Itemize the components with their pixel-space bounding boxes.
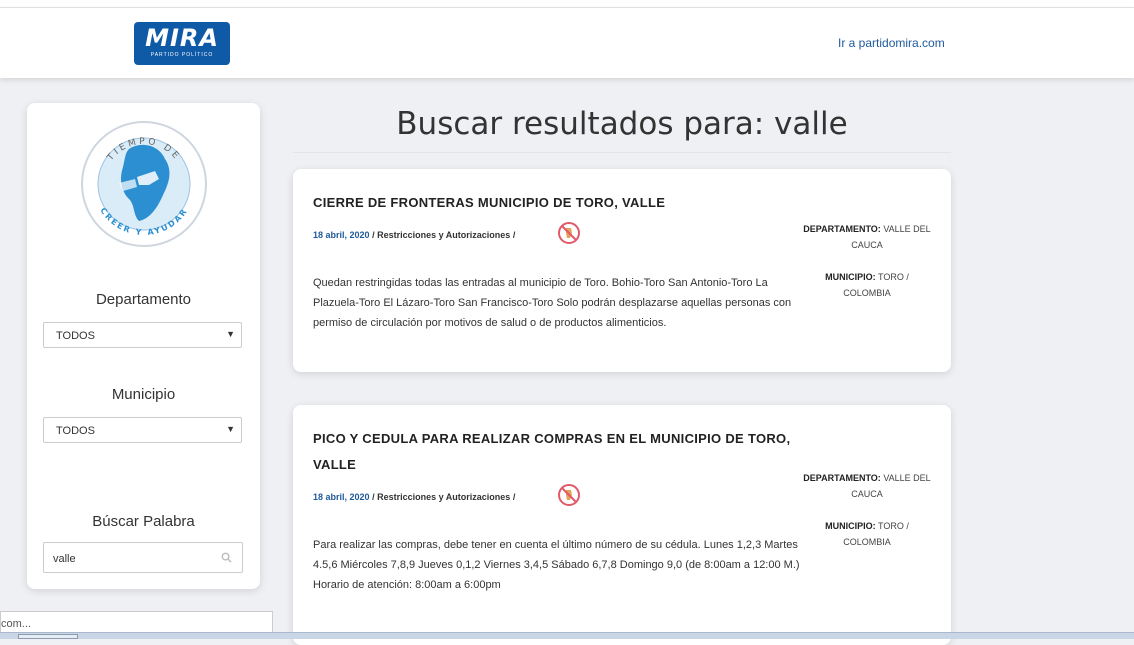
result-card: PICO Y CEDULA PARA REALIZAR COMPRAS EN E… bbox=[293, 405, 951, 645]
municipio-label: Municipio bbox=[111, 386, 176, 403]
municipio-info-label: MUNICIPIO: bbox=[825, 521, 876, 531]
result-municipio: MUNICIPIO: TORO / COLOMBIA bbox=[803, 518, 931, 550]
municipio-select[interactable]: TODOS ▼ bbox=[43, 417, 242, 443]
municipio-info-label: MUNICIPIO: bbox=[825, 272, 876, 282]
result-title[interactable]: CIERRE DE FRONTERAS MUNICIPIO DE TORO, V… bbox=[313, 190, 813, 216]
departamento-select[interactable]: TODOS ▼ bbox=[43, 322, 242, 348]
logo-subtext: PARTIDO POLÍTICO bbox=[150, 52, 214, 58]
prohibited-entry-icon bbox=[558, 484, 580, 506]
meta-separator: / bbox=[372, 230, 375, 240]
title-divider bbox=[293, 152, 951, 153]
municipio-select-value: TODOS bbox=[56, 425, 95, 437]
meta-separator: / bbox=[372, 492, 375, 502]
result-departamento: DEPARTAMENTO: VALLE DEL CAUCA bbox=[803, 470, 931, 502]
search-input-value: valle bbox=[53, 553, 76, 565]
departamento-label: Departamento bbox=[95, 291, 192, 308]
departamento-select-value: TODOS bbox=[56, 330, 95, 342]
meta-separator: / bbox=[512, 230, 516, 240]
departamento-info-label: DEPARTAMENTO: bbox=[803, 473, 881, 483]
departamento-info-label: DEPARTAMENTO: bbox=[803, 224, 881, 234]
buscar-palabra-label: Búscar Palabra bbox=[92, 513, 195, 530]
result-title[interactable]: PICO Y CEDULA PARA REALIZAR COMPRAS EN E… bbox=[313, 426, 813, 478]
result-excerpt: Quedan restringidas todas las entradas a… bbox=[313, 277, 792, 329]
overlay-strip-text: com... bbox=[1, 618, 31, 630]
mira-logo[interactable]: MIRA PARTIDO POLÍTICO bbox=[134, 22, 230, 65]
result-departamento: DEPARTAMENTO: VALLE DEL CAUCA bbox=[803, 221, 931, 253]
filter-sidebar: TIEMPO DE CREER Y AYUDAR Departamento TO… bbox=[27, 103, 260, 589]
result-category[interactable]: Restricciones y Autorizaciones bbox=[377, 230, 510, 240]
chevron-down-icon: ▼ bbox=[226, 424, 235, 434]
meta-separator: / bbox=[512, 492, 516, 502]
prohibited-entry-icon bbox=[558, 222, 580, 244]
page-title: Buscar resultados para: valle bbox=[396, 106, 848, 142]
logo-text: MIRA bbox=[145, 24, 219, 52]
result-municipio: MUNICIPIO: TORO / COLOMBIA bbox=[803, 269, 931, 301]
search-input[interactable]: valle bbox=[43, 542, 243, 573]
site-header: MIRA PARTIDO POLÍTICO Ir a partidomira.c… bbox=[0, 8, 1134, 78]
result-meta: 18 abril, 2020 / Restricciones y Autoriz… bbox=[313, 230, 515, 240]
result-category[interactable]: Restricciones y Autorizaciones bbox=[377, 492, 510, 502]
result-date[interactable]: 18 abril, 2020 bbox=[313, 492, 370, 502]
result-meta: 18 abril, 2020 / Restricciones y Autoriz… bbox=[313, 492, 515, 502]
taskbar-button[interactable] bbox=[18, 634, 78, 639]
tiempo-de-creer-emblem-icon: TIEMPO DE CREER Y AYUDAR bbox=[81, 121, 207, 247]
result-card: CIERRE DE FRONTERAS MUNICIPIO DE TORO, V… bbox=[293, 169, 951, 372]
chevron-down-icon: ▼ bbox=[226, 329, 235, 339]
result-excerpt: Para realizar las compras, debe tener en… bbox=[313, 539, 800, 591]
search-icon[interactable] bbox=[221, 552, 232, 563]
result-date[interactable]: 18 abril, 2020 bbox=[313, 230, 370, 240]
partidomira-link[interactable]: Ir a partidomira.com bbox=[838, 36, 945, 50]
browser-top-edge bbox=[0, 0, 1134, 8]
